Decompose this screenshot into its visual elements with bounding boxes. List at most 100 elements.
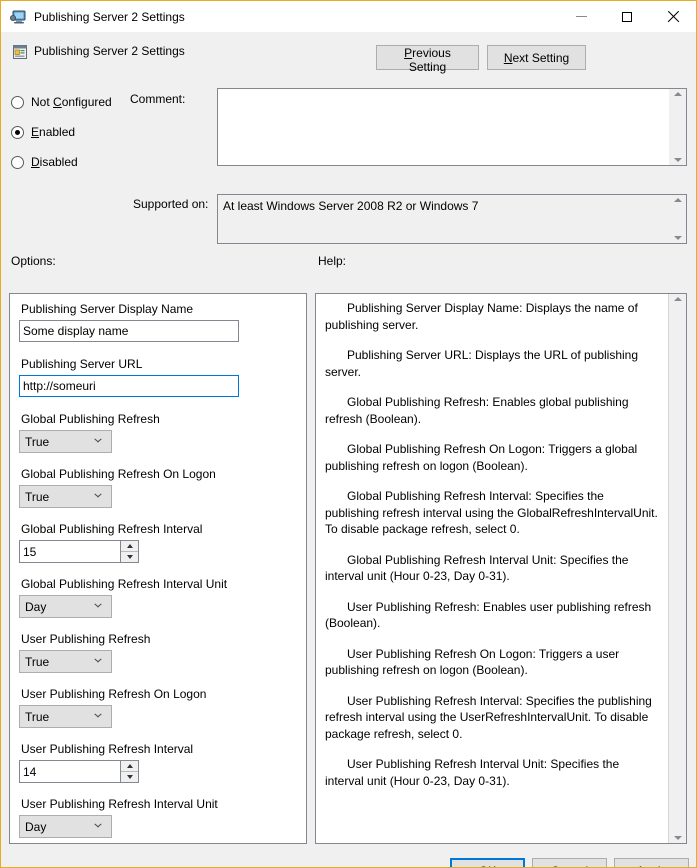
help-panel: Publishing Server Display Name: Displays… bbox=[315, 293, 687, 844]
global-publishing-refresh-interval-spin-buttons bbox=[120, 541, 138, 562]
next-rest: ext Setting bbox=[512, 51, 569, 65]
help-paragraph: Global Publishing Refresh Interval Unit:… bbox=[325, 552, 660, 585]
previous-accel: P bbox=[404, 46, 412, 60]
scroll-up-icon[interactable] bbox=[674, 92, 682, 96]
supported-scrollbar[interactable] bbox=[669, 195, 686, 243]
radio-disabled-indicator bbox=[11, 156, 24, 169]
comment-scrollbar[interactable] bbox=[669, 89, 686, 165]
user-publishing-refresh-interval-unit-value: Day bbox=[25, 820, 46, 834]
user-publishing-refresh-interval-decrement-button[interactable] bbox=[121, 771, 138, 782]
user-publishing-refresh-interval-spin-buttons bbox=[120, 761, 138, 782]
global-publishing-refresh-interval-increment-button[interactable] bbox=[121, 541, 138, 551]
radio-not-configured[interactable]: Not Configured bbox=[11, 93, 112, 111]
global-publishing-refresh-interval-unit-dropdown[interactable]: Day bbox=[19, 595, 112, 618]
chevron-down-icon bbox=[95, 825, 102, 829]
arrow-down-icon bbox=[127, 775, 133, 779]
user-publishing-refresh-interval-unit-dropdown[interactable]: Day bbox=[19, 815, 112, 838]
scroll-up-icon[interactable] bbox=[674, 198, 682, 202]
global-publishing-refresh-interval-decrement-button[interactable] bbox=[121, 551, 138, 562]
chevron-down-icon bbox=[95, 605, 102, 609]
scroll-down-icon[interactable] bbox=[674, 236, 682, 240]
global-publishing-refresh-interval-unit-label: Global Publishing Refresh Interval Unit bbox=[21, 577, 227, 591]
next-setting-button[interactable]: Next Setting bbox=[487, 45, 586, 70]
scroll-down-icon[interactable] bbox=[674, 158, 682, 162]
global-publishing-refresh-on-logon-label: Global Publishing Refresh On Logon bbox=[21, 467, 216, 481]
help-paragraph: User Publishing Refresh: Enables user pu… bbox=[325, 599, 660, 632]
radio-not-configured-indicator bbox=[11, 96, 24, 109]
radio-enabled-label: Enabled bbox=[31, 125, 75, 139]
user-publishing-refresh-on-logon-value: True bbox=[25, 710, 49, 724]
scroll-down-icon[interactable] bbox=[674, 836, 682, 840]
previous-setting-button[interactable]: Previous Setting bbox=[376, 45, 479, 70]
dialog-content: Publishing Server 2 Settings Previous Se… bbox=[1, 32, 696, 867]
help-text: Publishing Server Display Name: Displays… bbox=[316, 294, 668, 843]
publishing-server-url-label: Publishing Server URL bbox=[21, 357, 142, 371]
global-publishing-refresh-value: True bbox=[25, 435, 49, 449]
global-publishing-refresh-interval-stepper[interactable] bbox=[19, 540, 139, 563]
maximize-button[interactable] bbox=[604, 1, 650, 32]
close-button[interactable] bbox=[650, 1, 696, 32]
previous-rest: revious Setting bbox=[409, 46, 451, 74]
user-publishing-refresh-interval-increment-button[interactable] bbox=[121, 761, 138, 771]
policy-setting-icon bbox=[12, 44, 28, 60]
supported-on-value: At least Windows Server 2008 R2 or Windo… bbox=[218, 195, 669, 243]
global-publishing-refresh-dropdown[interactable]: True bbox=[19, 430, 112, 453]
settings-dialog-window: Publishing Server 2 Settings bbox=[0, 0, 697, 868]
radio-disabled[interactable]: Disabled bbox=[11, 153, 78, 171]
user-publishing-refresh-dropdown[interactable]: True bbox=[19, 650, 112, 673]
help-paragraph: Publishing Server Display Name: Displays… bbox=[325, 300, 660, 333]
chevron-down-icon bbox=[95, 495, 102, 499]
user-publishing-refresh-on-logon-dropdown[interactable]: True bbox=[19, 705, 112, 728]
user-publishing-refresh-interval-stepper[interactable] bbox=[19, 760, 139, 783]
help-paragraph: User Publishing Refresh Interval: Specif… bbox=[325, 693, 660, 743]
global-publishing-refresh-label: Global Publishing Refresh bbox=[21, 412, 160, 426]
ok-button[interactable]: OK bbox=[450, 858, 525, 868]
publishing-server-display-name-label: Publishing Server Display Name bbox=[21, 302, 193, 316]
chevron-down-icon bbox=[95, 715, 102, 719]
help-scrollbar[interactable] bbox=[668, 294, 686, 843]
user-publishing-refresh-on-logon-label: User Publishing Refresh On Logon bbox=[21, 687, 206, 701]
comment-input[interactable] bbox=[218, 89, 669, 165]
apply-rest: pply bbox=[645, 864, 667, 868]
cancel-button[interactable]: Cancel bbox=[532, 858, 607, 868]
radio-enabled-indicator bbox=[11, 126, 24, 139]
global-publishing-refresh-on-logon-dropdown[interactable]: True bbox=[19, 485, 112, 508]
chevron-down-icon bbox=[95, 660, 102, 664]
publishing-server-display-name-input[interactable] bbox=[19, 320, 239, 342]
comment-box[interactable] bbox=[217, 88, 687, 166]
help-label: Help: bbox=[318, 254, 346, 268]
footer-separator bbox=[1, 852, 696, 853]
user-publishing-refresh-interval-unit-label: User Publishing Refresh Interval Unit bbox=[21, 797, 218, 811]
help-paragraph: User Publishing Refresh On Logon: Trigge… bbox=[325, 646, 660, 679]
scroll-up-icon[interactable] bbox=[674, 297, 682, 301]
user-publishing-refresh-value: True bbox=[25, 655, 49, 669]
help-paragraph: Global Publishing Refresh On Logon: Trig… bbox=[325, 441, 660, 474]
help-paragraph: Publishing Server URL: Displays the URL … bbox=[325, 347, 660, 380]
caption-buttons bbox=[558, 1, 696, 32]
supported-on-label: Supported on: bbox=[133, 197, 208, 211]
apply-accel: A bbox=[636, 864, 644, 868]
minimize-button[interactable] bbox=[558, 1, 604, 32]
user-publishing-refresh-interval-input[interactable] bbox=[20, 761, 120, 782]
setting-name-heading: Publishing Server 2 Settings bbox=[34, 44, 185, 58]
maximize-icon bbox=[622, 12, 632, 22]
supported-on-box: At least Windows Server 2008 R2 or Windo… bbox=[217, 194, 687, 244]
user-publishing-refresh-interval-label: User Publishing Refresh Interval bbox=[21, 742, 193, 756]
radio-not-configured-label: Not Configured bbox=[31, 95, 112, 109]
radio-disabled-label: Disabled bbox=[31, 155, 78, 169]
global-publishing-refresh-interval-unit-value: Day bbox=[25, 600, 46, 614]
user-publishing-refresh-label: User Publishing Refresh bbox=[21, 632, 150, 646]
arrow-up-icon bbox=[127, 764, 133, 768]
chevron-down-icon bbox=[95, 440, 102, 444]
minimize-icon bbox=[576, 16, 587, 17]
window-title: Publishing Server 2 Settings bbox=[34, 10, 185, 24]
options-label: Options: bbox=[11, 254, 56, 268]
global-publishing-refresh-interval-input[interactable] bbox=[20, 541, 120, 562]
publishing-server-url-input[interactable] bbox=[19, 375, 239, 397]
global-publishing-refresh-interval-label: Global Publishing Refresh Interval bbox=[21, 522, 202, 536]
help-paragraph: Global Publishing Refresh Interval: Spec… bbox=[325, 488, 660, 538]
apply-button[interactable]: Apply bbox=[614, 858, 689, 868]
radio-enabled[interactable]: Enabled bbox=[11, 123, 75, 141]
close-icon bbox=[667, 11, 679, 23]
global-publishing-refresh-on-logon-value: True bbox=[25, 490, 49, 504]
